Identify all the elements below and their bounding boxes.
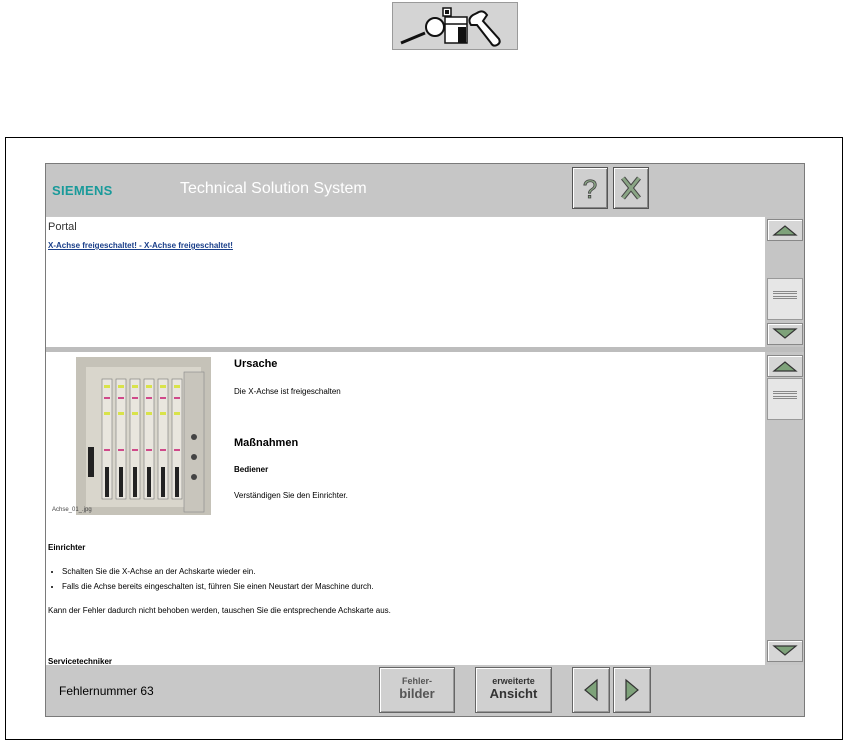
- massnahmen-heading: Maßnahmen: [234, 437, 299, 449]
- fehlerbilder-line2: bilder: [399, 686, 435, 701]
- content-scroll-down-button[interactable]: [767, 640, 803, 662]
- arrow-down-icon: [772, 328, 798, 339]
- erweitert-line1: erweiterte: [492, 676, 535, 686]
- portal-label: Portal: [48, 221, 77, 233]
- app-header: [46, 164, 804, 216]
- erweitert-line2: Ansicht: [489, 686, 538, 701]
- portal-scroll-thumb[interactable]: [767, 278, 803, 320]
- servicetechniker-heading: Servicetechniker: [48, 657, 113, 665]
- portal-scroll-down-button[interactable]: [767, 323, 803, 345]
- ursache-heading: Ursache: [234, 358, 278, 370]
- closing-text: Kann der Fehler dadurch nicht behoben we…: [48, 606, 391, 615]
- close-button[interactable]: [613, 167, 649, 209]
- help-button[interactable]: ?: [572, 167, 608, 209]
- triangle-right-icon: [625, 678, 639, 702]
- question-mark-icon: ?: [582, 174, 597, 205]
- content-scroll-up-button[interactable]: [767, 355, 803, 377]
- portal-link[interactable]: X-Achse freigeschaltet! - X-Achse freige…: [48, 241, 233, 250]
- triangle-left-icon: [584, 678, 598, 702]
- diagnostics-tools-icon: [400, 7, 501, 47]
- siemens-logo: SIEMENS: [52, 183, 113, 198]
- einrichter-heading: Einrichter: [48, 543, 86, 552]
- next-button[interactable]: [613, 667, 651, 713]
- list-item: Schalten Sie die X-Achse an der Achskart…: [62, 567, 762, 576]
- arrow-up-icon: [772, 225, 798, 236]
- portal-pane: [46, 217, 765, 347]
- diagnostics-toolbar-button[interactable]: [392, 2, 518, 50]
- list-item: Falls die Achse bereits eingeschalten is…: [62, 582, 762, 591]
- svg-text:?: ?: [583, 174, 597, 204]
- arrow-down-icon: [772, 645, 798, 656]
- erweiterte-ansicht-button[interactable]: erweiterte Ansicht: [475, 667, 552, 713]
- content-scroll-thumb[interactable]: [767, 378, 803, 420]
- photo-caption: Achse_01_.jpg: [52, 507, 92, 513]
- content-pane: Achse_01_.jpg Ursache Die X-Achse ist fr…: [46, 352, 765, 665]
- axis-card-photo: [76, 357, 211, 515]
- previous-button[interactable]: [572, 667, 610, 713]
- bediener-heading: Bediener: [234, 465, 269, 474]
- app-title: Technical Solution System: [180, 180, 367, 197]
- close-x-icon: [621, 176, 641, 200]
- fehlernummer-label: Fehlernummer 63: [59, 684, 154, 698]
- ursache-text: Die X-Achse ist freigeschalten: [234, 387, 341, 396]
- portal-scroll-up-button[interactable]: [767, 219, 803, 241]
- fehlerbilder-line1: Fehler-: [401, 676, 432, 686]
- bediener-text: Verständigen Sie den Einrichter.: [234, 491, 348, 500]
- arrow-up-icon: [772, 361, 798, 372]
- einrichter-list: Schalten Sie die X-Achse an der Achskart…: [48, 567, 762, 597]
- fehlerbilder-button[interactable]: Fehler- bilder: [379, 667, 455, 713]
